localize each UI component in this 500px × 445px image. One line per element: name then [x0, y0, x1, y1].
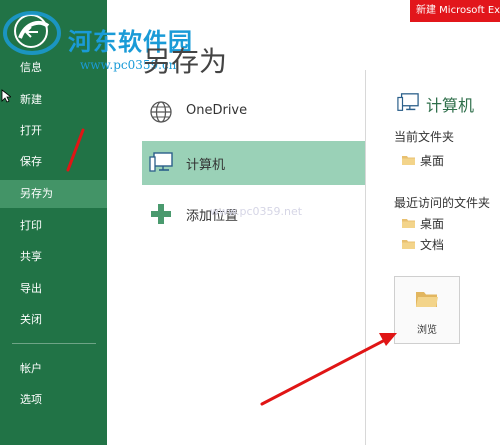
panel-divider [365, 70, 366, 445]
sidebar-item-save-as[interactable]: 另存为 [0, 180, 107, 208]
plus-icon [151, 204, 171, 224]
sidebar-item-open[interactable]: 打开 [0, 117, 107, 145]
globe-icon [150, 101, 172, 123]
sidebar-item-close[interactable]: 关闭 [0, 306, 107, 334]
folder-icon [402, 219, 415, 228]
watermark-logo-icon [3, 11, 61, 55]
folder-label: 文档 [420, 238, 445, 252]
location-label: 计算机 [186, 158, 226, 173]
browse-label: 浏览 [417, 325, 437, 336]
location-computer[interactable]: 计算机 [142, 141, 365, 185]
sidebar-item-share[interactable]: 共享 [0, 243, 107, 271]
recent-folder-item[interactable]: 文档 [402, 235, 462, 253]
location-onedrive[interactable]: OneDrive [142, 90, 365, 134]
panel-title: 计算机 [426, 96, 475, 115]
folder-icon [402, 156, 415, 165]
folder-open-icon [416, 292, 438, 307]
recent-folders-heading: 最近访问的文件夹 [394, 196, 491, 210]
folder-label: 桌面 [420, 154, 445, 168]
red-annotation-arrow [260, 338, 387, 406]
sidebar-item-print[interactable]: 打印 [0, 212, 107, 240]
sidebar-item-account[interactable]: 帐户 [0, 355, 107, 383]
recent-folder-item[interactable]: 桌面 [402, 214, 462, 232]
sidebar-item-options[interactable]: 选项 [0, 386, 107, 414]
computer-icon [149, 152, 173, 172]
location-label: OneDrive [186, 103, 248, 118]
sidebar-item-export[interactable]: 导出 [0, 275, 107, 303]
current-folder-heading: 当前文件夹 [394, 130, 455, 144]
current-folder-item[interactable]: 桌面 [402, 151, 462, 169]
computer-icon [397, 93, 419, 111]
sidebar-item-new[interactable]: 新建 [0, 86, 107, 114]
page-title: 另存为 [143, 45, 228, 78]
browse-button[interactable]: 浏览 [394, 276, 460, 344]
folder-label: 桌面 [420, 217, 445, 231]
window-title: 新建 Microsoft Exc [410, 0, 500, 22]
sidebar-item-save[interactable]: 保存 [0, 148, 107, 176]
watermark-faint-url: www.pc0359.net [210, 205, 303, 218]
folder-icon [402, 240, 415, 249]
sidebar-divider [12, 343, 96, 344]
